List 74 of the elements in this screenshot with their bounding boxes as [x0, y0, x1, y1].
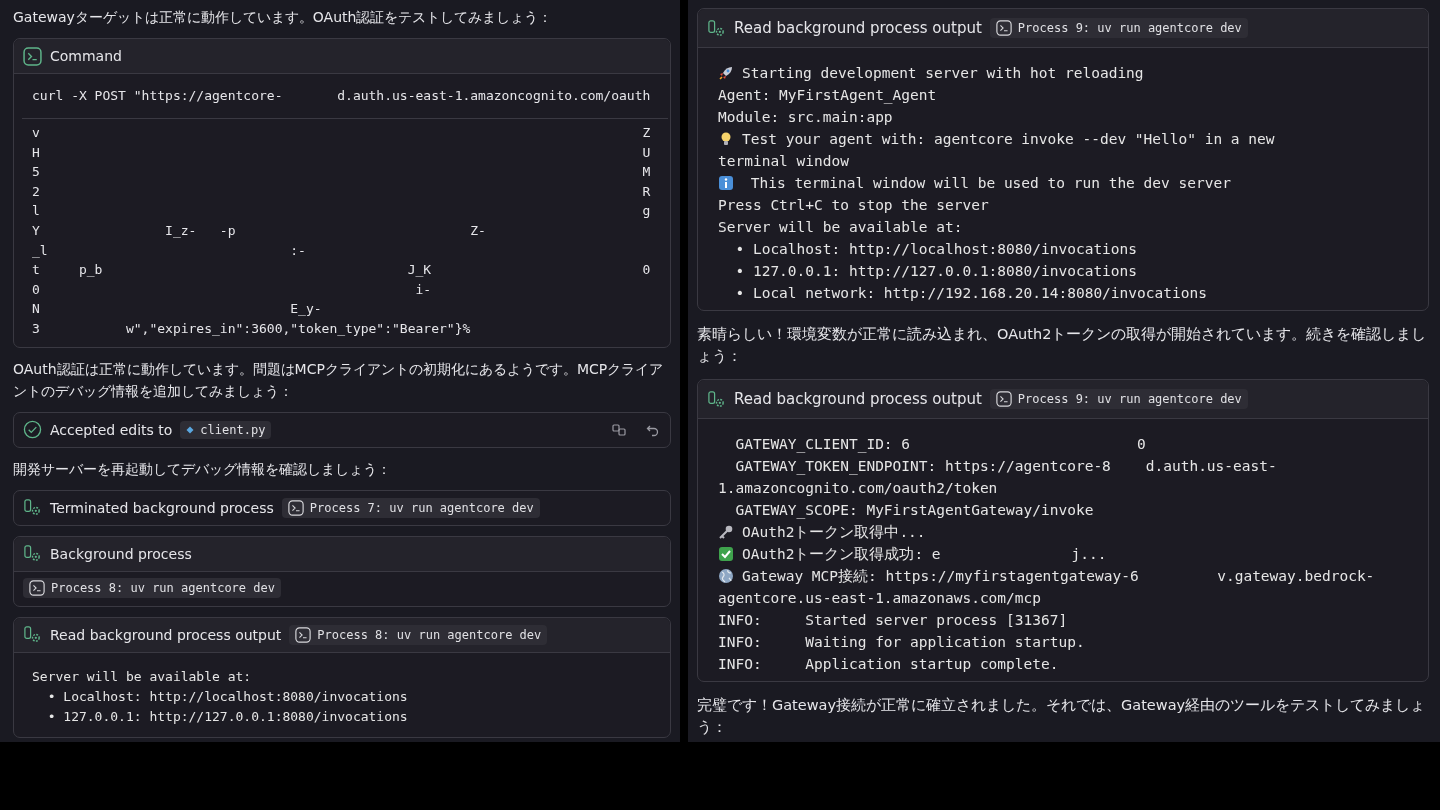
terminal-line: INFO: Waiting for application startup.: [718, 634, 1085, 650]
terminal-line: • 127.0.0.1: http://127.0.0.1:8080/invocations: [734, 263, 1138, 279]
card-title: Terminated background process: [50, 499, 274, 516]
terminal-line: 0 i-: [32, 280, 433, 299]
terminal-line: • 127.0.0.1: http://127.0.0.1:8080/invocations: [46, 709, 408, 725]
terminal-line: • Localhost: http://localhost:8080/invocations: [734, 241, 1138, 257]
terminal-line: OAuth2トークン取得中...: [742, 522, 926, 542]
checkbox-icon: [718, 546, 734, 562]
terminal-line: GATEWAY_SCOPE: MyFirstAgentGateway/invoke: [734, 502, 1094, 518]
terminal-line: v Z: [32, 124, 652, 142]
terminal-line: Server will be available at:: [718, 219, 963, 235]
gear-icon: [707, 389, 726, 409]
terminal-line: This terminal window will be used to run the dev server: [749, 175, 1231, 191]
terminal-line: GATEWAY_TOKEN_ENDPOINT: https://agentcore-8 d.auth.us-east-: [734, 458, 1277, 474]
terminal-line: • Localhost: http://localhost:8080/invocations: [46, 689, 408, 705]
terminal-line: OAuth2トークン取得成功: e j...: [742, 544, 1107, 564]
terminal-icon: [287, 499, 304, 516]
terminal-line: t p_b J_K 0: [32, 261, 652, 280]
message-text: Gatewayターゲットは正常に動作しています。OAuth認証をテストしてみましょう：: [13, 8, 554, 27]
gear-icon: [23, 498, 42, 518]
rocket-icon: [718, 65, 734, 81]
diff-icon[interactable]: [611, 421, 627, 438]
message-text: 完璧です！Gateway接続が正常に確立されました。それでは、Gateway経由のツールをテストしてみましょう：: [697, 696, 1427, 737]
message-text: 素晴らしい！環境変数が正常に読み込まれ、OAuth2トークンの取得が開始されています。続きを確認しましょう：: [697, 325, 1428, 366]
card-title: Read background process output: [50, 626, 282, 643]
terminal-line: _l :-: [32, 241, 307, 260]
terminal-line: 1.amazoncognito.com/oauth2/token: [718, 480, 998, 496]
terminal-line: INFO: Started server process [31367]: [718, 612, 1068, 628]
terminal-line: Server will be available at:: [32, 669, 252, 685]
terminal-line: l g: [32, 202, 652, 221]
key-icon: [718, 524, 734, 540]
terminal-line: • Local network: http://192.168.20.14:8080/invocations: [734, 285, 1207, 301]
command-text: curl -X POST "https://agentcore- d.auth.us-east-1.amazoncognito.com/oauth: [32, 87, 652, 105]
terminal-line: Agent: MyFirstAgent_Agent: [718, 87, 937, 103]
globe-icon: [718, 568, 734, 584]
file-chip[interactable]: client.py: [180, 420, 272, 439]
process-chip[interactable]: Process 8: uv run agentcore dev: [23, 577, 281, 598]
card-title: Background process: [50, 545, 192, 562]
terminal-line: 3 w","expires_in":3600,"token_type":"Bearer"}%: [32, 319, 472, 338]
gear-icon: [707, 18, 726, 38]
info-icon: [718, 175, 734, 191]
terminal-icon: [23, 46, 42, 66]
terminal-line: Starting development server with hot reloading: [742, 65, 1144, 81]
message-text: 開発サーバーを再起動してデバッグ情報を確認しましょう：: [13, 459, 392, 479]
process-chip[interactable]: Process 7: uv run agentcore dev: [281, 497, 540, 518]
python-icon: [186, 425, 195, 434]
card-title: Read background process output: [734, 19, 982, 37]
gear-icon: [23, 625, 42, 645]
process-chip[interactable]: Process 8: uv run agentcore dev: [289, 624, 548, 645]
card-title: Accepted edits to: [50, 421, 173, 438]
terminal-line: GATEWAY_CLIENT_ID: 6 0: [734, 436, 1146, 452]
process-chip[interactable]: Process 9: uv run agentcore dev: [989, 389, 1248, 409]
terminal-line: terminal window: [718, 153, 849, 169]
process-chip[interactable]: Process 9: uv run agentcore dev: [989, 18, 1248, 38]
terminal-line: N E_y-: [32, 300, 323, 319]
terminal-line: 5 M: [32, 163, 652, 182]
terminal-line: Module: src.main:app: [718, 109, 893, 125]
card-title: Read background process output: [734, 390, 982, 408]
terminal-icon: [995, 391, 1012, 407]
terminal-icon: [29, 579, 45, 596]
terminal-line: Y I_z- -p Z-: [32, 221, 487, 240]
terminal-line: H U: [32, 143, 652, 162]
terminal-line: 2 R: [32, 182, 652, 201]
gear-icon: [23, 544, 42, 564]
terminal-line: Gateway MCP接続: https://myfirstagentgateway-6 v.gateway.bedrock-: [742, 566, 1375, 586]
card-title: Command: [50, 48, 122, 64]
terminal-line: INFO: Application startup complete.: [718, 656, 1059, 672]
terminal-line: agentcore.us-east-1.amazonaws.com/mcp: [718, 590, 1041, 606]
terminal-line: Press Ctrl+C to stop the server: [718, 197, 989, 213]
terminal-icon: [295, 626, 312, 643]
check-icon: [23, 420, 42, 440]
terminal-icon: [995, 20, 1012, 36]
message-text: OAuth認証は正常に動作しています。問題はMCPクライアントの初期化にあるようです。MCPクライアントのデバッグ情報を追加してみましょう：: [13, 359, 665, 401]
terminal-line: Test your agent with: agentcore invoke --dev "Hello" in a new: [742, 131, 1275, 147]
